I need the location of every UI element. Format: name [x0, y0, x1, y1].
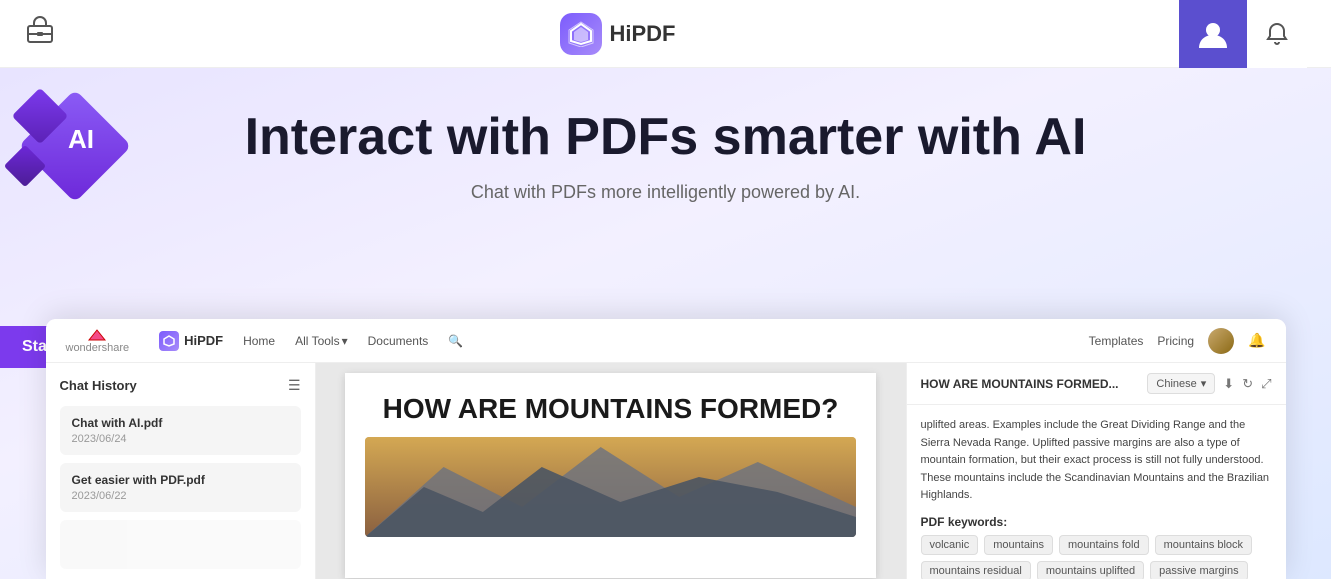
- keyword-mountains-uplifted[interactable]: mountains uplifted: [1037, 561, 1144, 579]
- keyword-volcanic[interactable]: volcanic: [921, 535, 979, 555]
- chat-history-menu-icon[interactable]: ☰: [288, 377, 301, 394]
- preview-nav-documents[interactable]: Documents: [368, 334, 429, 348]
- share-button[interactable]: ⤢: [1261, 376, 1271, 392]
- ai-label: AI: [68, 124, 94, 155]
- chat-history-panel: Chat History ☰ Chat with AI.pdf 2023/06/…: [46, 363, 316, 579]
- keyword-passive-margins[interactable]: passive margins: [1150, 561, 1247, 579]
- wondershare-logo: wondershare: [66, 328, 130, 354]
- nav-left: [24, 14, 56, 53]
- preview-nav-all-tools[interactable]: All Tools ▾: [295, 334, 348, 348]
- hero-content: Interact with PDFs smarter with AI Chat …: [60, 98, 1271, 203]
- chat-item-date-2: 2023/06/22: [72, 490, 289, 502]
- ai-chat-panel: HOW ARE MOUNTAINS FORMED... Chinese ▾ ⬇ …: [906, 363, 1286, 579]
- chat-item-3[interactable]: [60, 520, 301, 569]
- user-avatar-button[interactable]: [1179, 0, 1247, 68]
- notification-bell-button[interactable]: [1247, 0, 1307, 68]
- keyword-mountains-fold[interactable]: mountains fold: [1059, 535, 1149, 555]
- preview-search-icon[interactable]: 🔍: [448, 334, 463, 348]
- keywords-list: volcanic mountains mountains fold mounta…: [921, 535, 1272, 579]
- toolbox-icon[interactable]: [24, 14, 56, 53]
- pdf-document-title: HOW ARE MOUNTAINS FORMED?: [365, 393, 856, 425]
- refresh-button[interactable]: ↻: [1242, 376, 1253, 392]
- keyword-mountains-residual[interactable]: mountains residual: [921, 561, 1031, 579]
- ai-chat-text: uplifted areas. Examples include the Gre…: [921, 417, 1272, 505]
- ai-diamonds: AI: [20, 96, 150, 226]
- keyword-mountains-block[interactable]: mountains block: [1155, 535, 1253, 555]
- preview-bell-icon[interactable]: 🔔: [1248, 332, 1265, 349]
- preview-nav-home[interactable]: Home: [243, 334, 275, 348]
- pdf-page: HOW ARE MOUNTAINS FORMED?: [345, 373, 876, 578]
- chat-item-name-2: Get easier with PDF.pdf: [72, 473, 289, 487]
- hero-section: AI Interact with PDFs smarter with AI Ch…: [0, 68, 1331, 579]
- preview-nav-pricing[interactable]: Pricing: [1157, 334, 1194, 348]
- ai-chat-actions: ⬇ ↻ ⤢: [1223, 376, 1271, 392]
- wondershare-text: wondershare: [66, 342, 130, 354]
- user-icon: [1196, 17, 1230, 51]
- preview-hipdf-name: HiPDF: [184, 333, 223, 348]
- download-button[interactable]: ⬇: [1223, 376, 1234, 392]
- keyword-mountains[interactable]: mountains: [984, 535, 1053, 555]
- language-selector[interactable]: Chinese ▾: [1147, 373, 1215, 394]
- preview-nav: wondershare HiPDF Home All Tools ▾ Docum…: [46, 319, 1286, 363]
- pdf-view-panel: HOW ARE MOUNTAINS FORMED?: [316, 363, 906, 579]
- chat-item-2[interactable]: Get easier with PDF.pdf 2023/06/22: [60, 463, 301, 512]
- keywords-label: PDF keywords:: [921, 515, 1272, 529]
- preview-nav-templates[interactable]: Templates: [1089, 334, 1144, 348]
- ai-chat-doc-title: HOW ARE MOUNTAINS FORMED...: [921, 377, 1119, 391]
- nav-right: [1179, 0, 1307, 68]
- top-navigation: HiPDF: [0, 0, 1331, 68]
- preview-body: Chat History ☰ Chat with AI.pdf 2023/06/…: [46, 363, 1286, 579]
- chat-item-date-1: 2023/06/24: [72, 433, 289, 445]
- chat-item-1[interactable]: Chat with AI.pdf 2023/06/24: [60, 406, 301, 455]
- pdf-image: [365, 437, 856, 537]
- hero-title: Interact with PDFs smarter with AI: [60, 108, 1271, 168]
- ai-badge: AI: [20, 96, 150, 226]
- hero-subtitle: Chat with PDFs more intelligently powere…: [60, 182, 1271, 203]
- preview-hipdf-badge: [159, 331, 179, 351]
- chat-item-name-3: [72, 530, 289, 544]
- chat-history-header: Chat History ☰: [60, 377, 301, 394]
- preview-nav-right: Templates Pricing 🔔: [1089, 328, 1266, 354]
- chat-item-name-1: Chat with AI.pdf: [72, 416, 289, 430]
- chat-item-date-3: [72, 547, 289, 559]
- chat-history-title: Chat History: [60, 378, 137, 393]
- preview-window: wondershare HiPDF Home All Tools ▾ Docum…: [46, 319, 1286, 579]
- hipdf-logo-badge: [560, 13, 602, 55]
- ai-chat-body: uplifted areas. Examples include the Gre…: [907, 405, 1286, 579]
- ai-chat-header: HOW ARE MOUNTAINS FORMED... Chinese ▾ ⬇ …: [907, 363, 1286, 405]
- preview-user-avatar[interactable]: [1208, 328, 1234, 354]
- bell-icon: [1264, 21, 1290, 47]
- brand-name: HiPDF: [610, 21, 676, 47]
- brand-logo: HiPDF: [560, 13, 676, 55]
